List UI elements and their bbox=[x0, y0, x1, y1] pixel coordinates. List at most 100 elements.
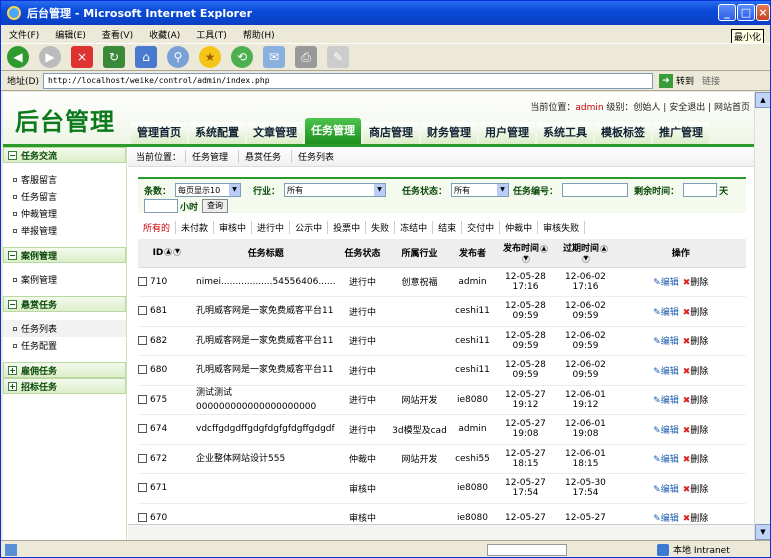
col-id[interactable]: ID ▲ ▼ bbox=[138, 239, 196, 268]
delete-button[interactable]: ✖删除 bbox=[683, 308, 709, 318]
edit-button[interactable]: ✎编辑 bbox=[653, 514, 679, 524]
delete-button[interactable]: ✖删除 bbox=[683, 514, 709, 524]
sort-down-icon[interactable]: ▼ bbox=[173, 248, 182, 257]
status-tab[interactable]: 公示中 bbox=[290, 220, 329, 234]
row-checkbox[interactable] bbox=[138, 483, 147, 493]
close-button[interactable]: × bbox=[756, 4, 770, 21]
sidebar-item[interactable]: 任务配置 bbox=[3, 337, 126, 354]
cell-title[interactable]: 孔明威客网是一家免费威客平台11 bbox=[196, 326, 336, 356]
breadcrumb-item[interactable]: 任务管理 bbox=[185, 150, 234, 163]
nav-tab[interactable]: 系统工具 bbox=[537, 122, 593, 144]
delete-button[interactable]: ✖删除 bbox=[683, 367, 709, 377]
sort-up-icon[interactable]: ▲ bbox=[164, 248, 173, 257]
sidebar-section-header[interactable]: + 雇佣任务 bbox=[3, 362, 126, 378]
row-checkbox[interactable] bbox=[138, 335, 147, 345]
links-label[interactable]: 链接 bbox=[702, 74, 720, 87]
home-icon[interactable]: ⌂ bbox=[135, 46, 157, 68]
back-icon[interactable]: ◀ bbox=[7, 46, 29, 68]
col-exp-time[interactable]: 过期时间 ▲ ▼ bbox=[555, 239, 616, 268]
minimize-button[interactable]: _ bbox=[718, 4, 736, 21]
edit-button[interactable]: ✎编辑 bbox=[653, 455, 679, 465]
nav-tab[interactable]: 模板标签 bbox=[595, 122, 651, 144]
collapse-icon[interactable]: − bbox=[8, 299, 17, 309]
col-pub-time[interactable]: 发布时间 ▲ ▼ bbox=[495, 239, 556, 268]
cell-title[interactable]: 测试测试000000000000000000000 bbox=[196, 385, 336, 415]
edit-button[interactable]: ✎编辑 bbox=[653, 367, 679, 377]
collapse-icon[interactable]: − bbox=[8, 250, 17, 260]
nav-tab[interactable]: 推广管理 bbox=[653, 122, 709, 144]
menu-view[interactable]: 查看(V) bbox=[102, 28, 133, 41]
cell-title[interactable]: 孔明威客网是一家免费威客平台11 bbox=[196, 355, 336, 386]
edit-button[interactable]: ✎编辑 bbox=[653, 308, 679, 318]
menu-favorites[interactable]: 收藏(A) bbox=[149, 28, 180, 41]
sidebar-item[interactable]: 任务留言 bbox=[3, 188, 126, 205]
cell-title[interactable] bbox=[196, 473, 336, 504]
sidebar-item[interactable]: 案例管理 bbox=[3, 271, 126, 288]
horizontal-scrollbar[interactable] bbox=[128, 524, 754, 540]
row-checkbox[interactable] bbox=[138, 394, 147, 404]
cell-title[interactable]: 企业整体网站设计555 bbox=[196, 444, 336, 474]
go-button[interactable]: ➜ 转到 bbox=[658, 73, 694, 88]
edit-button[interactable]: ✎编辑 bbox=[653, 426, 679, 436]
delete-button[interactable]: ✖删除 bbox=[683, 278, 709, 288]
status-tab[interactable]: 审核中 bbox=[214, 220, 253, 234]
status-select[interactable]: 所有 ▼ bbox=[451, 183, 510, 197]
logout-link[interactable]: 安全退出 bbox=[669, 103, 705, 113]
delete-button[interactable]: ✖删除 bbox=[683, 426, 709, 436]
sort-up-icon[interactable]: ▲ bbox=[539, 244, 548, 253]
sidebar-item[interactable]: 客服留言 bbox=[3, 171, 126, 188]
collapse-icon[interactable]: − bbox=[8, 150, 17, 160]
row-checkbox[interactable] bbox=[138, 276, 147, 286]
nav-tab[interactable]: 财务管理 bbox=[421, 122, 477, 144]
menu-edit[interactable]: 编辑(E) bbox=[55, 28, 86, 41]
cell-title[interactable]: 孔明威客网是一家免费威客平台11 bbox=[196, 296, 336, 327]
cell-title[interactable]: vdcffgdgdffgdgfdgfgfdgffgdgdf bbox=[196, 414, 336, 445]
sidebar-section-header[interactable]: − 悬赏任务 bbox=[3, 296, 126, 312]
status-tab[interactable]: 结束 bbox=[433, 220, 463, 234]
edit-button[interactable]: ✎编辑 bbox=[653, 485, 679, 495]
row-checkbox[interactable] bbox=[138, 453, 147, 463]
edit-button[interactable]: ✎编辑 bbox=[653, 396, 679, 406]
forward-icon[interactable]: ▶ bbox=[39, 46, 61, 68]
sidebar-item[interactable]: 举报管理 bbox=[3, 222, 126, 239]
history-icon[interactable]: ⟲ bbox=[231, 46, 253, 68]
nav-tab[interactable]: 文章管理 bbox=[247, 122, 303, 144]
remain-days-input[interactable] bbox=[683, 183, 718, 197]
menu-file[interactable]: 文件(F) bbox=[9, 28, 39, 41]
delete-button[interactable]: ✖删除 bbox=[683, 485, 709, 495]
site-home-link[interactable]: 网站首页 bbox=[714, 103, 750, 113]
mail-icon[interactable]: ✉ bbox=[263, 46, 285, 68]
remain-hours-input[interactable] bbox=[144, 199, 178, 213]
sort-down-icon[interactable]: ▼ bbox=[521, 254, 530, 263]
industry-select[interactable]: 所有 ▼ bbox=[284, 183, 387, 197]
row-checkbox[interactable] bbox=[138, 424, 147, 434]
row-checkbox[interactable] bbox=[138, 365, 147, 375]
status-tab[interactable]: 投票中 bbox=[328, 220, 367, 234]
status-tab[interactable]: 所有的 bbox=[138, 220, 177, 234]
sidebar-section-header[interactable]: + 招标任务 bbox=[3, 378, 126, 394]
expand-icon[interactable]: + bbox=[8, 365, 17, 375]
status-tab[interactable]: 冻结中 bbox=[395, 220, 434, 234]
search-button[interactable]: 查询 bbox=[202, 199, 229, 213]
sidebar-section-header[interactable]: − 案例管理 bbox=[3, 247, 126, 263]
status-tab[interactable]: 仲裁中 bbox=[500, 220, 539, 234]
scroll-up-icon[interactable]: ▲ bbox=[755, 92, 770, 108]
nav-tab[interactable]: 商店管理 bbox=[363, 122, 419, 144]
row-checkbox[interactable] bbox=[138, 306, 147, 316]
status-tab[interactable]: 未付款 bbox=[176, 220, 215, 234]
menu-help[interactable]: 帮助(H) bbox=[243, 28, 275, 41]
status-tab[interactable]: 审核失败 bbox=[538, 220, 586, 234]
delete-button[interactable]: ✖删除 bbox=[683, 455, 709, 465]
expand-icon[interactable]: + bbox=[8, 381, 17, 391]
vertical-scrollbar[interactable]: ▲ ▼ bbox=[754, 92, 770, 540]
delete-button[interactable]: ✖删除 bbox=[683, 396, 709, 406]
refresh-icon[interactable]: ↻ bbox=[103, 46, 125, 68]
scroll-down-icon[interactable]: ▼ bbox=[755, 524, 770, 540]
sidebar-item[interactable]: 任务列表 bbox=[3, 320, 126, 337]
sidebar-section-header[interactable]: − 任务交流 bbox=[3, 147, 126, 163]
task-id-input[interactable] bbox=[562, 183, 629, 197]
edit-page-icon[interactable]: ✎ bbox=[327, 46, 349, 68]
sidebar-item[interactable]: 仲裁管理 bbox=[3, 205, 126, 222]
edit-button[interactable]: ✎编辑 bbox=[653, 278, 679, 288]
row-checkbox[interactable] bbox=[138, 512, 147, 522]
